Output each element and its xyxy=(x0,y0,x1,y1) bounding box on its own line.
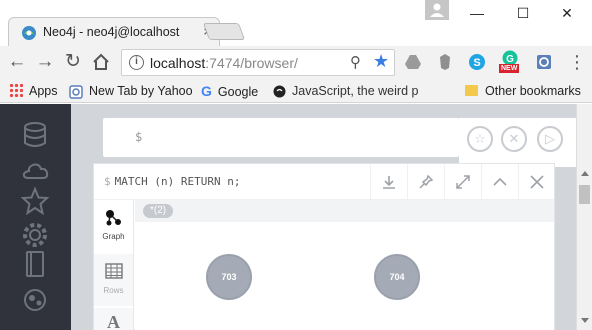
zoom-icon[interactable]: ⚲ xyxy=(350,53,361,71)
graph-node[interactable]: 703 xyxy=(206,254,252,300)
site-info-icon[interactable]: i xyxy=(129,55,144,70)
clear-editor-button[interactable]: ✕ xyxy=(501,126,527,152)
minimize-button[interactable]: — xyxy=(462,3,492,23)
clear-icon: ✕ xyxy=(508,131,520,146)
fullscreen-button[interactable] xyxy=(444,164,480,200)
play-icon: ▷ xyxy=(545,131,555,146)
cypher-editor[interactable]: $ xyxy=(103,118,459,157)
bookmark-google[interactable]: G Google xyxy=(201,82,258,100)
user-icon xyxy=(430,3,444,17)
collapse-button[interactable] xyxy=(481,164,517,200)
pin-button[interactable] xyxy=(407,164,443,200)
tab-text[interactable]: A xyxy=(94,308,133,330)
close-icon xyxy=(529,175,544,189)
neo4j-browser-app: $ ☆ ✕ ▷ $ MATCH (n) RETURN n; Graph Rows… xyxy=(0,104,592,330)
forward-button[interactable]: → xyxy=(33,50,57,74)
settings-icon[interactable] xyxy=(20,220,50,250)
skype-icon[interactable]: S xyxy=(468,53,486,71)
pin-icon xyxy=(418,174,433,189)
google-icon: G xyxy=(201,83,212,99)
editor-actions: ☆ ✕ ▷ xyxy=(459,118,576,167)
tab-graph[interactable]: Graph xyxy=(94,200,133,252)
grammarly-extension[interactable]: G NEW xyxy=(499,50,522,74)
google-drive-icon[interactable] xyxy=(404,53,422,71)
expand-icon xyxy=(455,175,470,189)
new-badge: NEW xyxy=(499,64,520,73)
browser-tab[interactable]: Neo4j - neo4j@localhost × xyxy=(8,17,220,47)
home-button[interactable] xyxy=(89,50,113,74)
profile-button[interactable] xyxy=(425,0,449,20)
frame-command[interactable]: $ MATCH (n) RETURN n; xyxy=(104,175,240,188)
forward-arrow-icon: → xyxy=(35,51,55,72)
star-outline-icon: ☆ xyxy=(474,131,486,146)
bookmark-javascript-weird[interactable]: JavaScript, the weird p xyxy=(273,82,440,100)
bookmark-apps[interactable]: Apps xyxy=(9,82,58,100)
apps-icon xyxy=(9,83,23,97)
back-arrow-icon: ← xyxy=(7,51,27,72)
tab-title: Neo4j - neo4j@localhost xyxy=(43,25,180,39)
window-close-button[interactable]: ✕ xyxy=(552,3,582,23)
bookmark-star-icon[interactable]: ★ xyxy=(373,51,389,72)
graph-node[interactable]: 704 xyxy=(374,254,420,300)
reload-icon: ↻ xyxy=(65,51,81,72)
result-frame: $ MATCH (n) RETURN n; Graph Rows A *(2) … xyxy=(93,163,555,330)
download-icon xyxy=(382,176,395,189)
about-icon[interactable] xyxy=(20,285,50,315)
evernote-icon[interactable] xyxy=(436,53,454,71)
new-tab-button[interactable] xyxy=(202,23,246,40)
browser-toolbar: ← → ↻ i localhost:7474/browser/ ⚲ ★ S G … xyxy=(0,46,592,79)
neo4j-sidebar xyxy=(0,104,71,330)
chevron-up-icon xyxy=(492,177,507,186)
database-icon[interactable] xyxy=(20,120,50,150)
frame-header: $ MATCH (n) RETURN n; xyxy=(94,164,554,200)
folder-icon xyxy=(465,85,478,96)
scroll-down-arrow-icon[interactable] xyxy=(581,318,589,323)
url-text: localhost:7474/browser/ xyxy=(150,55,298,71)
title-bar: Neo4j - neo4j@localhost × — ☐ ✕ xyxy=(0,0,592,47)
text-icon: A xyxy=(107,312,120,330)
neo4j-favicon-icon xyxy=(22,26,36,40)
tab-rows-label: Rows xyxy=(103,286,124,295)
reload-button[interactable]: ↻ xyxy=(61,50,85,74)
favorite-button[interactable]: ☆ xyxy=(467,126,493,152)
github-icon xyxy=(273,85,286,98)
neo4j-main: $ ☆ ✕ ▷ $ MATCH (n) RETURN n; Graph Rows… xyxy=(71,104,576,330)
back-button[interactable]: ← xyxy=(5,50,29,74)
yahoo-icon xyxy=(69,84,83,99)
address-bar[interactable]: i localhost:7474/browser/ ⚲ ★ xyxy=(121,49,395,76)
table-icon xyxy=(104,263,123,279)
documents-icon[interactable] xyxy=(20,249,50,279)
scroll-thumb[interactable] xyxy=(579,185,590,204)
tab-graph-label: Graph xyxy=(102,232,125,241)
scroll-up-arrow-icon[interactable] xyxy=(581,171,589,176)
bookmarks-bar: Apps New Tab by Yahoo G Google JavaScript… xyxy=(0,79,592,103)
node-count-badge[interactable]: *(2) xyxy=(143,204,174,218)
graph-canvas[interactable]: *(2) 703 704 xyxy=(135,200,554,330)
maximize-button[interactable]: ☐ xyxy=(508,3,538,23)
run-query-button[interactable]: ▷ xyxy=(537,126,563,152)
tab-rows[interactable]: Rows xyxy=(94,254,133,306)
home-icon xyxy=(93,53,109,70)
graph-legend: *(2) xyxy=(135,200,554,222)
close-frame-button[interactable] xyxy=(518,164,554,200)
view-tabs: Graph Rows A xyxy=(94,200,134,330)
cloud-icon[interactable] xyxy=(20,156,50,186)
editor-prompt: $ xyxy=(135,130,143,144)
export-button[interactable] xyxy=(370,164,406,200)
graph-icon xyxy=(105,210,121,226)
bookmark-new-tab-yahoo[interactable]: New Tab by Yahoo xyxy=(69,82,193,100)
bookmark-other[interactable]: Other bookmarks xyxy=(465,82,581,100)
svg-text:S: S xyxy=(473,57,480,69)
page-scrollbar[interactable] xyxy=(576,104,592,330)
browser-menu-icon[interactable]: ⋮ xyxy=(568,51,586,73)
star-icon[interactable] xyxy=(20,186,50,216)
extension-icon[interactable] xyxy=(535,53,553,71)
